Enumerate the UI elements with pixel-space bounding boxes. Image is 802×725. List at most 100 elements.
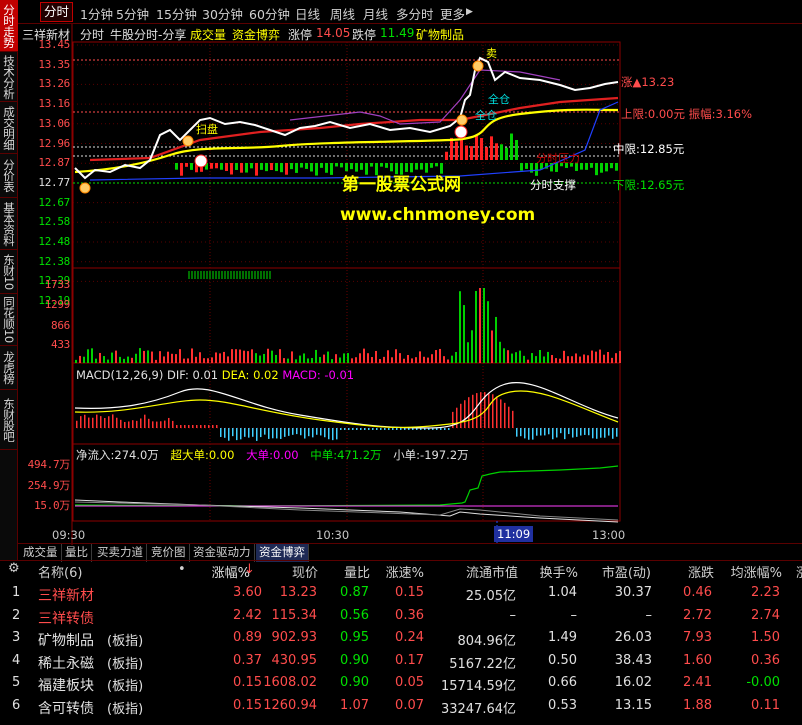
macd-bar bbox=[184, 425, 186, 428]
macd-bar bbox=[164, 420, 166, 428]
volume-bar bbox=[619, 350, 621, 363]
table-row[interactable]: 6 含可转债 (板指) 0.15 1260.94 1.07 0.07 33247.64亿 0.5… bbox=[0, 695, 802, 717]
signal-bar bbox=[215, 163, 218, 169]
table-row[interactable]: 1 三祥新材 3.60 13.23 0.87 0.15 25.05亿 1.04 30.37 0.4… bbox=[0, 582, 802, 604]
macd-bar bbox=[88, 417, 90, 428]
macd-bar bbox=[256, 428, 258, 441]
row-name[interactable]: 含可转债 bbox=[38, 698, 94, 718]
volume-bar bbox=[487, 301, 489, 363]
macd-bar bbox=[588, 428, 590, 436]
table-row[interactable]: 3 矿物制品 (板指) 0.89 902.93 0.95 0.24 804.96亿 1.49 26… bbox=[0, 627, 802, 649]
col-header-11[interactable]: 涨 bbox=[796, 562, 802, 581]
col-header-0[interactable]: 名称(6) bbox=[38, 562, 82, 581]
cell-price: 1260.94 bbox=[263, 697, 317, 713]
volume-bar bbox=[475, 290, 477, 363]
col-header-10[interactable]: 均涨幅% bbox=[731, 562, 782, 581]
col-header-3[interactable]: 现价 bbox=[292, 562, 318, 581]
volume-bar bbox=[231, 349, 233, 363]
macd-bar bbox=[324, 428, 326, 438]
cell-turn: 0.53 bbox=[548, 697, 577, 713]
volume-bar bbox=[331, 359, 333, 363]
macd-bar bbox=[480, 392, 482, 428]
macd-bar bbox=[368, 428, 370, 430]
price-tick: 12.48 bbox=[38, 235, 70, 248]
volume-bar bbox=[395, 349, 397, 363]
volume-bar bbox=[483, 288, 485, 363]
row-name[interactable]: 三祥新材 bbox=[38, 585, 94, 605]
volume-bar bbox=[111, 352, 113, 363]
signal-bar bbox=[335, 163, 338, 167]
macd-bar bbox=[312, 428, 314, 438]
macd-bar bbox=[148, 418, 150, 428]
row-name[interactable]: 矿物制品 bbox=[38, 630, 94, 650]
signal-bar bbox=[480, 138, 483, 160]
volume-bar bbox=[115, 350, 117, 363]
row-name[interactable]: 稀土永磁 bbox=[38, 653, 94, 673]
macd-bar bbox=[268, 428, 270, 439]
row-number: 1 bbox=[12, 585, 21, 600]
signal-bar bbox=[275, 163, 278, 172]
signal-bar bbox=[260, 163, 263, 170]
macd-bar bbox=[116, 417, 118, 428]
volume-bar bbox=[119, 356, 121, 363]
sort-desc-icon[interactable]: ↓ bbox=[244, 562, 255, 577]
volume-bar bbox=[471, 330, 473, 363]
row-name[interactable]: 福建板块 bbox=[38, 675, 94, 695]
cell-chg: 0.37 bbox=[233, 652, 262, 668]
cell-spd: 0.07 bbox=[395, 697, 424, 713]
macd-bar bbox=[316, 428, 318, 435]
volume-bar bbox=[447, 359, 449, 363]
signal-bar bbox=[225, 163, 228, 171]
gear-icon[interactable]: ⚙ bbox=[8, 561, 20, 576]
signal-bar bbox=[615, 163, 618, 171]
macd-bar bbox=[284, 428, 286, 437]
table-row[interactable]: 2 三祥转债 2.42 115.34 0.56 0.36 – – – 2.72 2.74 bbox=[0, 605, 802, 627]
row-name[interactable]: 三祥转债 bbox=[38, 608, 94, 628]
cell-avg: 0.11 bbox=[751, 697, 780, 713]
macd-bar bbox=[488, 392, 490, 428]
col-header-1[interactable]: • bbox=[178, 562, 186, 577]
table-row[interactable]: 5 福建板块 (板指) 0.15 1608.02 0.90 0.05 15714.59亿 0.6… bbox=[0, 672, 802, 694]
col-header-8[interactable]: 市盈(动) bbox=[602, 562, 651, 581]
volume-bar bbox=[419, 351, 421, 363]
volume-bar bbox=[227, 356, 229, 363]
signal-bar bbox=[535, 163, 538, 176]
volume-bar bbox=[91, 348, 93, 363]
macd-bar bbox=[396, 428, 398, 430]
signal-bar bbox=[180, 163, 183, 176]
volume-bar bbox=[499, 341, 501, 363]
volume-bar bbox=[195, 356, 197, 363]
volume-bar bbox=[163, 356, 165, 363]
cell-price: 1608.02 bbox=[263, 675, 317, 690]
macd-bar bbox=[536, 428, 538, 436]
table-row[interactable]: 4 稀土永磁 (板指) 0.37 430.95 0.90 0.17 5167.22亿 0.50 3… bbox=[0, 650, 802, 672]
volume-bar bbox=[595, 351, 597, 363]
macd-bar bbox=[344, 428, 346, 430]
volume-bar bbox=[315, 349, 317, 363]
macd-bar bbox=[612, 428, 614, 439]
macd-bar bbox=[80, 416, 82, 428]
signal-bar bbox=[395, 163, 398, 175]
volume-bar bbox=[359, 353, 361, 363]
col-header-7[interactable]: 换手% bbox=[540, 562, 578, 581]
volume-bar bbox=[363, 348, 365, 363]
signal-bar bbox=[285, 163, 288, 175]
volume-bar bbox=[555, 358, 557, 363]
signal-bar bbox=[290, 163, 293, 170]
cell-price: 13.23 bbox=[279, 585, 317, 600]
intraday-chart[interactable] bbox=[0, 0, 802, 545]
signal-bar bbox=[585, 163, 588, 170]
y-axis-labels: 13.45 13.35 13.26 13.16 13.06 12.96 12.87 12.77… bbox=[18, 0, 72, 545]
volume-bar bbox=[491, 330, 493, 363]
signal-bar bbox=[250, 163, 253, 169]
macd-bar bbox=[104, 418, 106, 428]
volume-bar bbox=[215, 352, 217, 363]
col-header-9[interactable]: 涨跌 bbox=[688, 562, 714, 581]
col-header-6[interactable]: 流通市值 bbox=[466, 562, 518, 581]
table-top-border bbox=[0, 560, 802, 561]
row-number: 5 bbox=[12, 675, 21, 690]
macd-bar bbox=[124, 421, 126, 428]
col-header-4[interactable]: 量比 bbox=[344, 562, 370, 581]
signal-bar bbox=[590, 163, 593, 168]
col-header-5[interactable]: 涨速% bbox=[386, 562, 424, 581]
